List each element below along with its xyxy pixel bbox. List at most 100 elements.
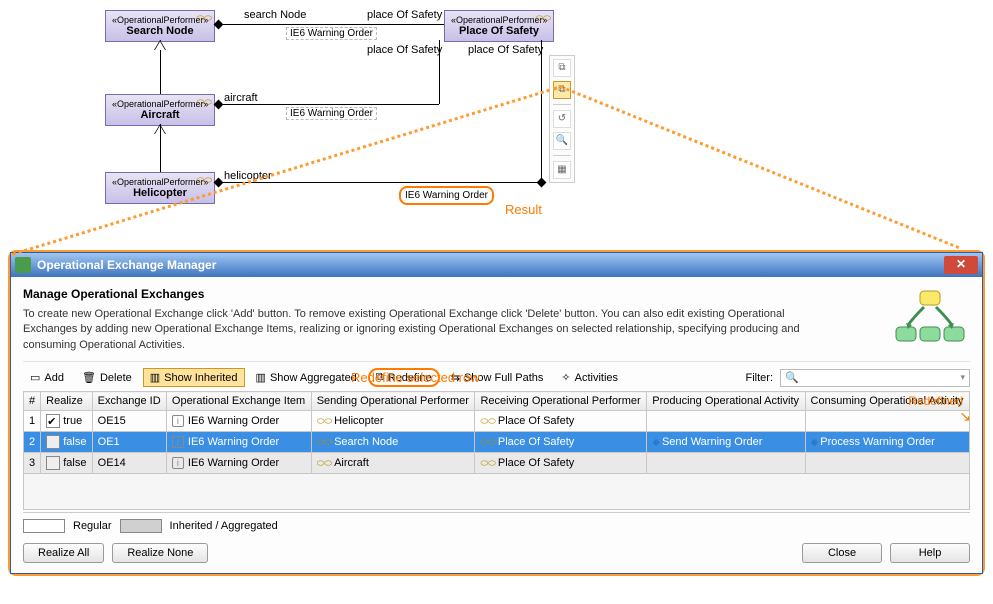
col-sending[interactable]: Sending Operational Performer bbox=[311, 392, 475, 411]
diamond-end bbox=[214, 100, 224, 110]
titlebar[interactable]: Operational Exchange Manager ✕ bbox=[11, 253, 982, 277]
legend-label-inherited: Inherited / Aggregated bbox=[170, 520, 278, 532]
help-button[interactable]: Help bbox=[890, 543, 970, 563]
node-name: Search Node bbox=[112, 25, 208, 37]
delete-button[interactable]: 🗑Delete bbox=[75, 368, 139, 387]
checkbox-icon bbox=[46, 456, 60, 470]
show-inherited-button[interactable]: ▥Show Inherited bbox=[143, 368, 245, 387]
activities-icon: ✧ bbox=[561, 371, 570, 384]
stereotype-label: «OperationalPerformer» bbox=[112, 177, 208, 187]
col-producing[interactable]: Producing Operational Activity bbox=[647, 392, 805, 411]
diamond-end bbox=[214, 178, 224, 188]
dialog-heading: Manage Operational Exchanges bbox=[23, 287, 823, 301]
smart-btn-3[interactable]: ↺ bbox=[553, 110, 571, 128]
node-name: Aircraft bbox=[112, 109, 208, 121]
chevron-down-icon[interactable]: ▾ bbox=[960, 372, 965, 383]
annotation-redefine-row: Redefine selected row bbox=[351, 370, 480, 385]
performer-icon: ⬭⬭ bbox=[480, 437, 495, 447]
show-aggregated-button[interactable]: ▥Show Aggregated bbox=[249, 368, 364, 387]
generalization bbox=[160, 124, 161, 172]
aggregated-icon: ▥ bbox=[256, 371, 266, 384]
result-annotation: Result bbox=[505, 202, 542, 217]
performer-icon: ⬭⬭ bbox=[317, 416, 332, 426]
col-item[interactable]: Operational Exchange Item bbox=[166, 392, 311, 411]
dialog-highlight-border: Operational Exchange Manager ✕ Manage Op… bbox=[8, 250, 985, 576]
dialog-title: Operational Exchange Manager bbox=[37, 258, 216, 272]
annotation-redefined: Redefined bbox=[908, 394, 963, 408]
search-icon: 🔍 bbox=[785, 371, 799, 384]
inherited-icon: ▥ bbox=[150, 371, 160, 384]
col-exchange-id[interactable]: Exchange ID bbox=[92, 392, 166, 411]
performer-icon: ⬭⬭ bbox=[317, 458, 332, 468]
connector bbox=[215, 182, 541, 183]
exchange-label: IE6 Warning Order bbox=[286, 108, 377, 119]
legend-swatch-regular bbox=[23, 519, 65, 533]
close-icon[interactable]: ✕ bbox=[944, 256, 978, 274]
exchange-label: IE6 Warning Order bbox=[286, 28, 377, 39]
activity-icon: ◆ bbox=[652, 437, 660, 448]
node-helicopter[interactable]: ⬭⬭ «OperationalPerformer» Helicopter bbox=[105, 172, 215, 204]
realize-none-button[interactable]: Realize None bbox=[112, 543, 208, 563]
performer-icon: ⬭⬭ bbox=[197, 97, 212, 108]
exchange-label-result: IE6 Warning Order bbox=[399, 190, 494, 201]
connector bbox=[215, 24, 444, 25]
performer-icon: ⬭⬭ bbox=[197, 175, 212, 186]
toolbar: ▭Add 🗑Delete ▥Show Inherited ▥Show Aggre… bbox=[23, 361, 970, 391]
close-button[interactable]: Close bbox=[802, 543, 882, 563]
callout-line bbox=[12, 86, 558, 256]
edge-role-label: search Node bbox=[244, 9, 306, 21]
stereotype-label: «OperationalPerformer» bbox=[112, 15, 208, 25]
app-icon bbox=[15, 257, 31, 273]
diamond-end bbox=[537, 178, 547, 188]
node-aircraft[interactable]: ⬭⬭ «OperationalPerformer» Aircraft bbox=[105, 94, 215, 126]
table-filler bbox=[24, 474, 970, 510]
legend-swatch-inherited bbox=[120, 519, 162, 533]
performer-icon: ⬭⬭ bbox=[480, 416, 495, 426]
connector bbox=[215, 104, 439, 105]
dialog-description: To create new Operational Exchange click… bbox=[23, 307, 823, 353]
col-consuming[interactable]: Consuming Operational Activity Redefined… bbox=[805, 392, 969, 411]
exchange-table[interactable]: # Realize Exchange ID Operational Exchan… bbox=[23, 391, 970, 510]
arrow-icon: ↘ bbox=[959, 408, 971, 425]
smart-toolbar: ⧉ ⧉ ↺ 🔍 ▦ bbox=[549, 55, 575, 183]
smart-btn-4[interactable]: 🔍 bbox=[553, 132, 571, 150]
operational-exchange-manager-dialog: Operational Exchange Manager ✕ Manage Op… bbox=[10, 252, 983, 574]
node-search[interactable]: ⬭⬭ «OperationalPerformer» Search Node bbox=[105, 10, 215, 42]
filter-input-wrap[interactable]: 🔍 ▾ bbox=[780, 369, 970, 387]
footer-buttons: Realize All Realize None Close Help bbox=[23, 539, 970, 563]
checkbox-icon bbox=[46, 435, 60, 449]
filter-label: Filter: bbox=[746, 372, 774, 384]
table-row-selected[interactable]: 2 false OE1 iIE6 Warning Order ⬭⬭Search … bbox=[24, 432, 970, 453]
edge-role-label: place Of Safety bbox=[367, 44, 442, 56]
col-num[interactable]: # bbox=[24, 392, 41, 411]
col-realize[interactable]: Realize bbox=[41, 392, 92, 411]
performer-icon: ⬭⬭ bbox=[197, 13, 212, 24]
stereotype-label: «OperationalPerformer» bbox=[451, 15, 547, 25]
stereotype-label: «OperationalPerformer» bbox=[112, 99, 208, 109]
col-receiving[interactable]: Receiving Operational Performer bbox=[475, 392, 647, 411]
activity-icon: ◆ bbox=[811, 437, 819, 448]
legend: Regular Inherited / Aggregated bbox=[23, 512, 970, 539]
node-safety[interactable]: ⬭⬭ «OperationalPerformer» Place Of Safet… bbox=[444, 10, 554, 42]
add-button[interactable]: ▭Add bbox=[23, 368, 71, 387]
performer-icon: ⬭⬭ bbox=[536, 13, 551, 24]
info-icon: i bbox=[172, 415, 184, 427]
callout-line bbox=[559, 85, 959, 249]
performer-icon: ⬭⬭ bbox=[480, 458, 495, 468]
smart-btn-1[interactable]: ⧉ bbox=[553, 59, 571, 77]
diagram-canvas: ⬭⬭ «OperationalPerformer» Search Node ⬭⬭… bbox=[0, 0, 993, 250]
legend-label-regular: Regular bbox=[73, 520, 112, 532]
table-row[interactable]: 1 ✔ true OE15 iIE6 Warning Order ⬭⬭Helic… bbox=[24, 411, 970, 432]
filter-input[interactable] bbox=[803, 372, 961, 384]
node-name: Place Of Safety bbox=[451, 25, 547, 37]
activities-button[interactable]: ✧Activities bbox=[554, 368, 625, 387]
realize-all-button[interactable]: Realize All bbox=[23, 543, 104, 563]
trash-icon: 🗑 bbox=[82, 371, 96, 384]
dialog-header-icon bbox=[890, 287, 970, 347]
table-row[interactable]: 3 false OE14 iIE6 Warning Order ⬭⬭Aircra… bbox=[24, 453, 970, 474]
diamond-end bbox=[214, 20, 224, 30]
smart-btn-5[interactable]: ▦ bbox=[553, 161, 571, 179]
add-icon: ▭ bbox=[30, 371, 40, 384]
info-icon: i bbox=[172, 457, 184, 469]
edge-role-label: place Of Safety bbox=[367, 9, 442, 21]
